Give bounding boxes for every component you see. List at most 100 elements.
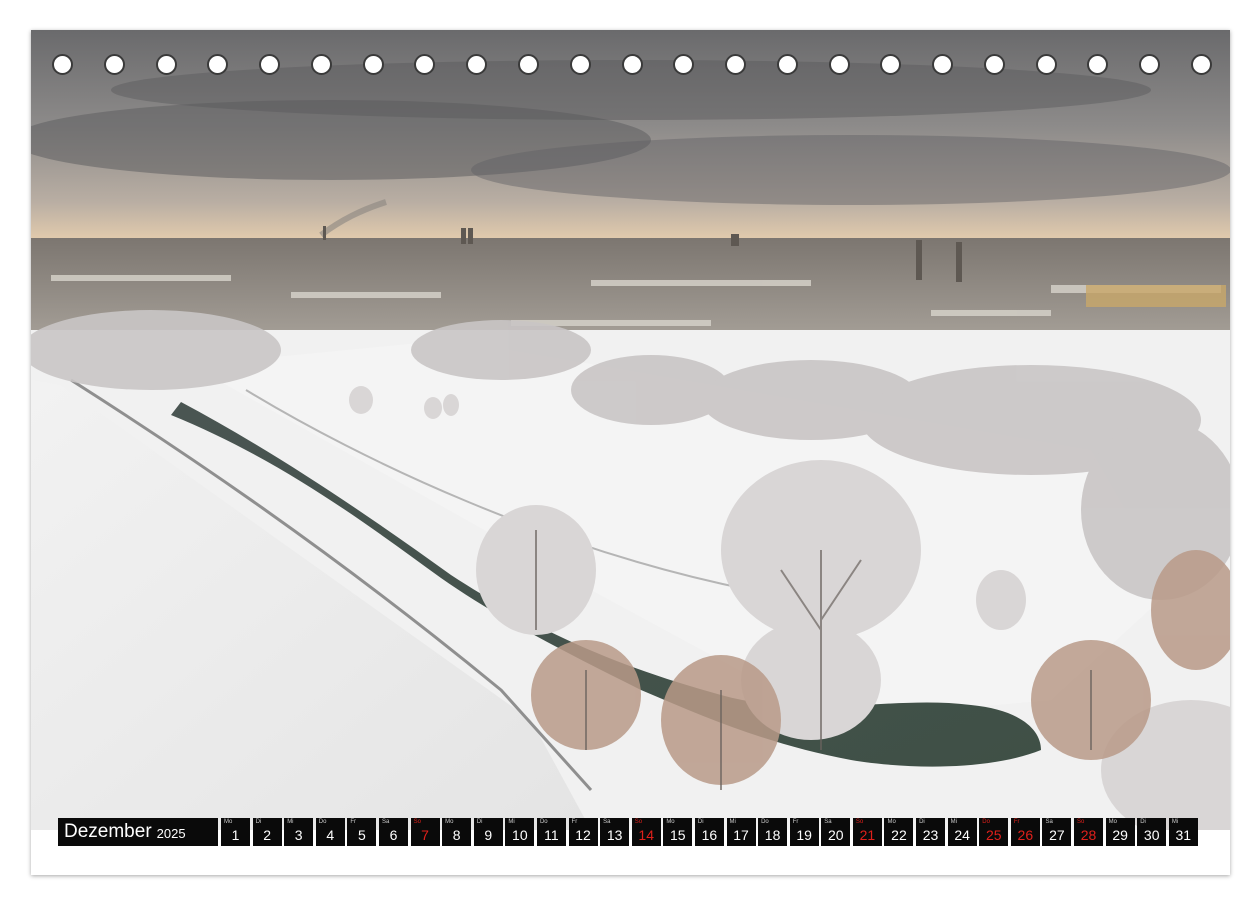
day-number: 16 bbox=[701, 827, 718, 843]
day-cell: Mo 29 bbox=[1105, 818, 1135, 846]
binding-hole bbox=[1087, 54, 1109, 75]
day-number: 9 bbox=[484, 827, 493, 843]
day-number: 5 bbox=[357, 827, 366, 843]
day-number: 27 bbox=[1049, 827, 1065, 843]
binding-hole bbox=[362, 54, 384, 75]
binding-hole bbox=[725, 54, 747, 75]
day-number: 6 bbox=[389, 827, 398, 843]
weekday-label: Do bbox=[761, 819, 769, 825]
day-number: 4 bbox=[326, 827, 335, 843]
weekday-label: Sa bbox=[824, 819, 832, 825]
binding-hole bbox=[880, 54, 902, 75]
binding-hole bbox=[621, 54, 643, 75]
weekday-label: Fr bbox=[1013, 819, 1020, 825]
weekday-label: Di bbox=[1140, 819, 1146, 825]
day-cell: Fr 5 bbox=[347, 818, 377, 846]
day-number: 28 bbox=[1080, 827, 1097, 843]
day-number: 30 bbox=[1143, 827, 1160, 843]
day-cell: Fr 12 bbox=[568, 818, 598, 846]
weekday-label: Di bbox=[697, 819, 704, 825]
binding-hole bbox=[828, 54, 850, 75]
day-number: 18 bbox=[764, 827, 781, 843]
day-number: 19 bbox=[796, 827, 812, 843]
day-number: 3 bbox=[294, 827, 303, 843]
day-cell: Sa 20 bbox=[821, 818, 851, 846]
binding-hole bbox=[569, 54, 591, 75]
day-cell: Mo 15 bbox=[663, 818, 693, 846]
winter-park-photo bbox=[31, 30, 1230, 830]
weekday-label: Fr bbox=[792, 819, 799, 825]
weekday-label: Sa bbox=[381, 819, 390, 825]
day-cell: Sa 6 bbox=[378, 818, 408, 846]
binding-hole bbox=[52, 54, 73, 75]
day-cell: Mi 31 bbox=[1168, 818, 1198, 846]
day-number: 14 bbox=[638, 827, 654, 843]
weekday-label: Di bbox=[919, 819, 925, 825]
binding-hole bbox=[155, 54, 177, 75]
day-number: 7 bbox=[421, 827, 429, 843]
binding-hole bbox=[103, 54, 125, 75]
binding-hole bbox=[517, 54, 539, 75]
day-cell: So 28 bbox=[1074, 818, 1104, 846]
day-cell: Mi 17 bbox=[726, 818, 756, 846]
day-cell: Mo 1 bbox=[221, 818, 250, 846]
weekday-label: Mi bbox=[950, 819, 957, 825]
weekday-label: So bbox=[634, 819, 643, 825]
day-number: 22 bbox=[891, 827, 907, 843]
day-cell: Di 23 bbox=[916, 818, 946, 846]
binding-hole bbox=[414, 54, 436, 75]
day-cell: Do 4 bbox=[315, 818, 345, 846]
year: 2025 bbox=[156, 826, 186, 841]
weekday-label: So bbox=[1077, 819, 1085, 825]
calendar-page: Dezember 2025 Mo 1 Di 2 Mi 3 Do 4 Fr 5 Sa 6 So 7 Mo 8 Di… bbox=[31, 30, 1230, 875]
weekday-label: So bbox=[855, 819, 864, 825]
weekday-label: Mi bbox=[729, 819, 736, 825]
day-number: 24 bbox=[954, 827, 970, 843]
day-cell: Do 18 bbox=[758, 818, 788, 846]
day-cell: Mi 10 bbox=[505, 818, 535, 846]
day-number: 31 bbox=[1175, 827, 1192, 843]
day-number: 11 bbox=[544, 827, 559, 843]
weekday-label: Di bbox=[476, 819, 483, 825]
binding-hole bbox=[983, 54, 1005, 75]
weekday-label: Mo bbox=[666, 819, 675, 825]
calendar-strip: Dezember 2025 Mo 1 Di 2 Mi 3 Do 4 Fr 5 Sa 6 So 7 Mo 8 Di… bbox=[58, 818, 1200, 846]
day-cell: So 14 bbox=[631, 818, 661, 846]
day-cell: Di 2 bbox=[252, 818, 282, 846]
weekday-label: Fr bbox=[571, 819, 578, 825]
weekday-label: Mo bbox=[887, 819, 896, 825]
day-number: 13 bbox=[606, 827, 623, 843]
day-cell: Di 9 bbox=[473, 818, 503, 846]
day-number: 20 bbox=[827, 827, 844, 843]
day-number: 26 bbox=[1017, 827, 1034, 843]
day-cell: Sa 13 bbox=[600, 818, 630, 846]
weekday-label: Fr bbox=[350, 819, 357, 825]
binding-holes bbox=[52, 54, 1212, 80]
day-cell: Mo 22 bbox=[884, 818, 914, 846]
day-number: 12 bbox=[575, 827, 591, 843]
day-number: 1 bbox=[231, 827, 240, 843]
weekday-label: Do bbox=[539, 819, 548, 825]
weekday-label: Do bbox=[982, 819, 990, 825]
day-number: 8 bbox=[452, 827, 461, 843]
day-cell: Di 30 bbox=[1137, 818, 1167, 846]
day-cell: So 7 bbox=[410, 818, 440, 846]
weekday-label: Mi bbox=[508, 819, 515, 825]
day-cell: Sa 27 bbox=[1042, 818, 1072, 846]
day-cell: Fr 19 bbox=[789, 818, 819, 846]
weekday-label: Mo bbox=[445, 819, 454, 825]
month-name: Dezember bbox=[64, 821, 152, 842]
weekday-label: Mi bbox=[287, 819, 294, 825]
day-cell: Mo 8 bbox=[442, 818, 472, 846]
month-label: Dezember 2025 bbox=[58, 818, 218, 846]
weekday-label: Mo bbox=[1108, 819, 1117, 825]
binding-hole bbox=[259, 54, 281, 75]
day-cell: Mi 3 bbox=[284, 818, 314, 846]
day-number: 17 bbox=[733, 827, 749, 843]
day-cell: Di 16 bbox=[694, 818, 724, 846]
day-cell: Do 25 bbox=[979, 818, 1009, 846]
weekday-label: So bbox=[413, 819, 421, 825]
binding-hole bbox=[466, 54, 488, 75]
day-number: 2 bbox=[263, 827, 271, 843]
weekday-label: Mi bbox=[1171, 819, 1179, 825]
